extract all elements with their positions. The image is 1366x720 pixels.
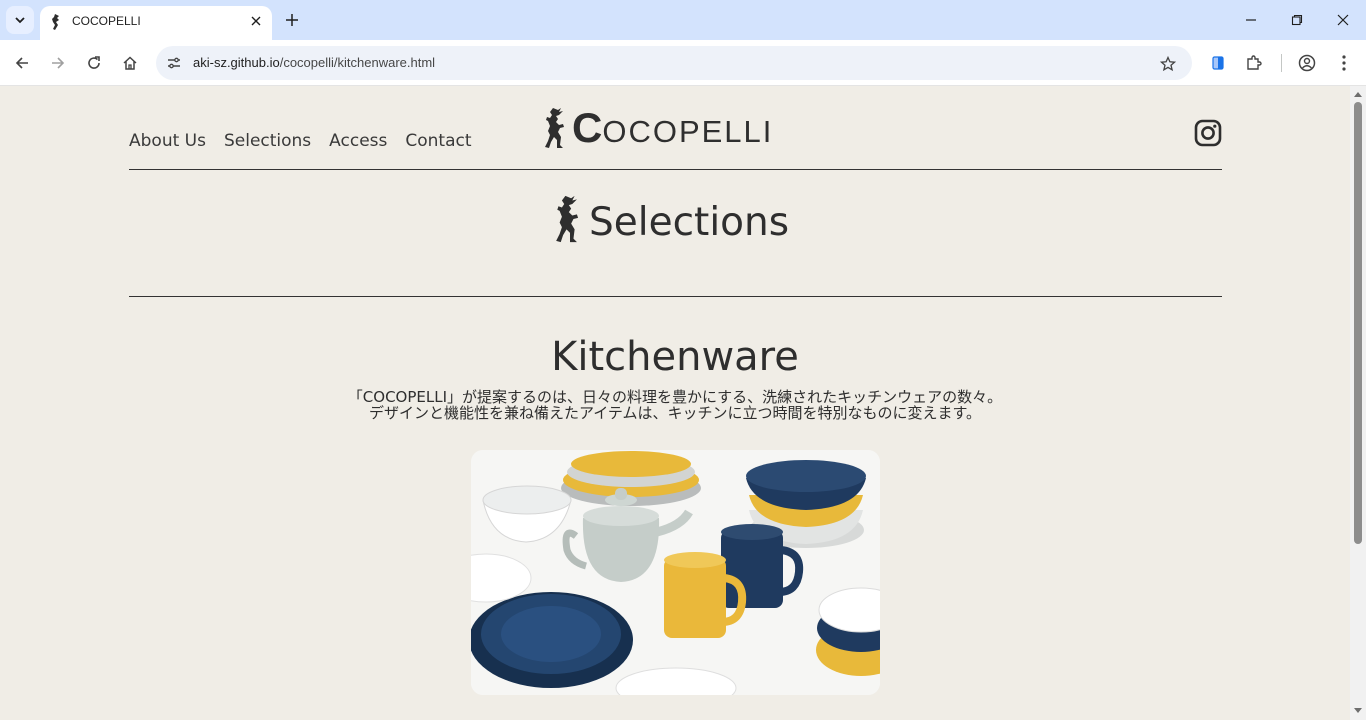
page-scrollbar[interactable] <box>1350 86 1366 720</box>
tab-search-button[interactable] <box>6 6 34 34</box>
tab-strip: COCOPELLI <box>0 0 1366 40</box>
url-host: aki-sz.github.io <box>193 55 280 70</box>
toolbar-separator <box>1281 54 1282 72</box>
header-divider <box>129 169 1222 170</box>
kitchenware-photo <box>471 450 880 695</box>
extensions-button[interactable] <box>1242 51 1266 75</box>
back-icon <box>15 57 28 69</box>
nav-selections[interactable]: Selections <box>224 131 311 151</box>
close-window-button[interactable] <box>1333 10 1353 30</box>
logo-initial: C <box>572 104 603 151</box>
star-icon <box>1160 56 1176 72</box>
back-button[interactable] <box>10 51 34 75</box>
reading-list-button[interactable] <box>1206 51 1230 75</box>
browser-toolbar: aki-sz.github.io/cocopelli/kitchenware.h… <box>0 40 1366 86</box>
plus-icon <box>286 14 298 26</box>
restore-icon <box>1291 14 1303 26</box>
scroll-up-arrow-icon[interactable] <box>1353 90 1363 98</box>
nav-contact[interactable]: Contact <box>405 131 471 151</box>
site-nav: About Us Selections Access Contact <box>129 131 472 151</box>
restore-button[interactable] <box>1287 10 1307 30</box>
forward-button[interactable] <box>46 51 70 75</box>
description-line-2: デザインと機能性を兼ね備えたアイテムは、キッチンに立つ時間を特別なものに変えます… <box>368 404 981 422</box>
kitchenware-illustration <box>471 450 880 695</box>
menu-icon <box>1342 55 1346 71</box>
url-path: /cocopelli/kitchenware.html <box>279 55 436 70</box>
reading-list-icon <box>1212 56 1224 70</box>
address-bar[interactable]: aki-sz.github.io/cocopelli/kitchenware.h… <box>156 46 1192 80</box>
home-icon <box>123 56 137 70</box>
chevron-down-icon <box>15 17 25 24</box>
scroll-down-arrow-icon[interactable] <box>1353 707 1363 715</box>
browser-tab-active[interactable]: COCOPELLI <box>40 6 272 40</box>
new-tab-button[interactable] <box>282 10 302 30</box>
home-button[interactable] <box>118 51 142 75</box>
instagram-link[interactable] <box>1194 119 1222 147</box>
profile-button[interactable] <box>1295 51 1319 75</box>
logo-rest: OCOPELLI <box>602 114 774 149</box>
site-logo[interactable]: COCOPELLI <box>544 104 773 152</box>
site-info-button[interactable] <box>162 51 186 75</box>
section-title: Selections <box>589 200 790 245</box>
url-text[interactable]: aki-sz.github.io/cocopelli/kitchenware.h… <box>193 55 435 70</box>
logo-wordmark: COCOPELLI <box>572 104 773 152</box>
tab-title: COCOPELLI <box>72 14 141 28</box>
page-viewport: About Us Selections Access Contact COCOP… <box>0 86 1350 720</box>
site-info-icon <box>168 57 180 69</box>
kokopelli-favicon <box>52 14 59 30</box>
profile-icon <box>1298 54 1316 72</box>
forward-icon <box>52 57 65 69</box>
category-description: 「COCOPELLI」が提案するのは、日々の料理を豊かにする、洗練されたキッチン… <box>0 389 1350 421</box>
browser-menu-button[interactable] <box>1332 51 1356 75</box>
section-heading: Selections <box>555 194 789 244</box>
description-line-1: 「COCOPELLI」が提案するのは、日々の料理を豊かにする、洗練されたキッチン… <box>347 388 1003 406</box>
bookmark-button[interactable] <box>1156 52 1180 76</box>
nav-about-us[interactable]: About Us <box>129 131 206 151</box>
close-icon <box>251 16 261 26</box>
kokopelli-heading-icon <box>556 195 579 243</box>
reload-icon <box>88 56 100 69</box>
reload-button[interactable] <box>82 51 106 75</box>
nav-access[interactable]: Access <box>329 131 387 151</box>
tab-close-button[interactable] <box>248 13 264 29</box>
minimize-button[interactable] <box>1241 10 1261 30</box>
scrollbar-thumb[interactable] <box>1354 102 1362 544</box>
kokopelli-logo-icon <box>545 108 564 148</box>
category-title: Kitchenware <box>551 334 799 380</box>
extensions-icon <box>1247 55 1262 70</box>
instagram-icon <box>1194 119 1222 147</box>
minimize-icon <box>1246 19 1256 21</box>
close-icon <box>1337 14 1349 26</box>
section-divider <box>129 296 1222 297</box>
